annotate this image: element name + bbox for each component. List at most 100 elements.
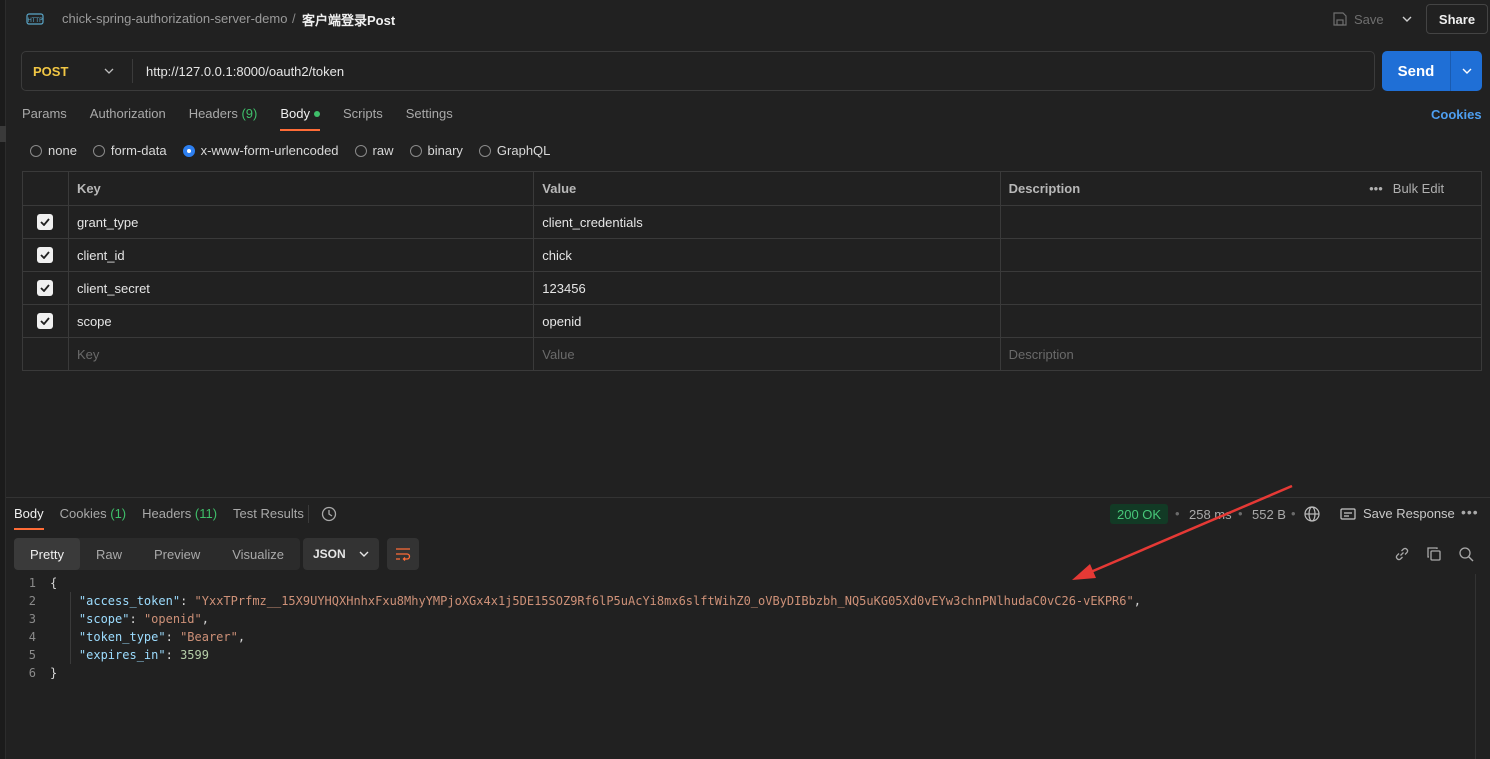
param-description[interactable] xyxy=(999,272,1381,304)
link-icon[interactable] xyxy=(1393,545,1411,563)
http-icon: HTTP xyxy=(26,13,44,25)
tab-scripts[interactable]: Scripts xyxy=(343,106,383,130)
code-line: 2 "access_token": "YxxTPrfmz__15X9UYHQXH… xyxy=(14,592,1476,610)
row-spacer xyxy=(1381,272,1481,304)
row-checkbox[interactable] xyxy=(37,313,54,329)
check-icon xyxy=(40,284,51,292)
radio-button[interactable] xyxy=(478,144,491,157)
request-header: HTTP chick-spring-authorization-server-d… xyxy=(6,0,1490,38)
param-description[interactable] xyxy=(999,305,1381,337)
status-badge[interactable]: 200 OK xyxy=(1110,504,1169,524)
new-key-input[interactable]: Key xyxy=(67,338,533,370)
divider xyxy=(308,505,309,523)
param-value[interactable]: 123456 xyxy=(533,272,999,304)
request-tabs: Params Authorization Headers (9) Body Sc… xyxy=(22,106,476,131)
row-checkbox[interactable] xyxy=(37,280,54,296)
headers-count: (9) xyxy=(241,106,258,121)
history-icon[interactable] xyxy=(320,505,338,523)
param-key[interactable]: client_id xyxy=(67,239,533,271)
view-pretty[interactable]: Pretty xyxy=(14,538,80,570)
more-options-icon[interactable]: ••• xyxy=(1461,504,1479,520)
bulk-edit-button[interactable]: ••• Bulk Edit xyxy=(1369,181,1444,196)
radio-button[interactable] xyxy=(409,144,422,157)
pane-divider[interactable] xyxy=(6,497,1490,498)
save-button[interactable]: Save xyxy=(1333,8,1384,30)
bulk-edit-cell: ••• Bulk Edit xyxy=(1369,172,1481,205)
response-body-editor[interactable]: 1{ 2 "access_token": "YxxTPrfmz__15X9UYH… xyxy=(14,574,1476,682)
tab-headers[interactable]: Headers (9) xyxy=(189,106,258,130)
radio-button-selected[interactable] xyxy=(182,144,195,157)
scrollbar[interactable] xyxy=(1475,574,1476,759)
param-key[interactable]: scope xyxy=(67,305,533,337)
row-spacer xyxy=(1381,206,1481,238)
chevron-down-icon[interactable] xyxy=(104,64,114,78)
radio-button[interactable] xyxy=(354,144,367,157)
view-visualize[interactable]: Visualize xyxy=(216,538,300,570)
tab-settings[interactable]: Settings xyxy=(406,106,453,130)
save-options-button[interactable] xyxy=(1396,7,1418,31)
line-number: 3 xyxy=(28,612,36,626)
tab-headers-label: Headers xyxy=(188,106,238,121)
param-description[interactable] xyxy=(999,239,1381,271)
breadcrumb-collection[interactable]: chick-spring-authorization-server-demo xyxy=(62,11,287,26)
tab-response-headers[interactable]: Headers (11) xyxy=(142,506,217,530)
row-spacer xyxy=(1381,338,1481,370)
send-options-button[interactable] xyxy=(1451,51,1482,91)
param-value[interactable]: openid xyxy=(533,305,999,337)
new-description-input[interactable]: Description xyxy=(999,338,1381,370)
request-name[interactable]: 客户端登录Post xyxy=(302,10,395,29)
share-button[interactable]: Share xyxy=(1426,4,1488,34)
table-row: client_secret 123456 xyxy=(23,271,1481,304)
radio-button[interactable] xyxy=(30,144,42,157)
param-description[interactable] xyxy=(999,206,1381,238)
tab-test-results[interactable]: Test Results xyxy=(233,506,304,530)
table-header-cell xyxy=(23,172,68,205)
radio-label: x-www-form-urlencoded xyxy=(200,143,339,158)
param-key[interactable]: grant_type xyxy=(67,206,533,238)
tab-response-cookies[interactable]: Cookies (1) xyxy=(60,506,126,530)
format-label: JSON xyxy=(313,547,346,561)
new-value-input[interactable]: Value xyxy=(533,338,999,370)
send-button-group: Send xyxy=(1382,51,1482,91)
param-value[interactable]: client_credentials xyxy=(533,206,999,238)
body-type-none[interactable]: none xyxy=(30,143,77,158)
line-number: 6 xyxy=(28,666,36,680)
json-string: "Bearer" xyxy=(180,630,238,644)
send-button[interactable]: Send xyxy=(1382,51,1450,91)
tab-body[interactable]: Body xyxy=(280,106,320,131)
body-type-form-data[interactable]: form-data xyxy=(92,143,167,158)
method-select[interactable]: POST xyxy=(33,64,68,79)
body-type-graphql[interactable]: GraphQL xyxy=(478,143,550,158)
url-input[interactable]: http://127.0.0.1:8000/oauth2/token xyxy=(146,64,344,79)
response-time[interactable]: 258 ms xyxy=(1189,507,1232,522)
tab-params[interactable]: Params xyxy=(22,106,67,130)
copy-icon[interactable] xyxy=(1425,545,1443,563)
tab-response-body[interactable]: Body xyxy=(14,506,44,530)
body-type-urlencoded[interactable]: x-www-form-urlencoded xyxy=(182,143,339,158)
radio-button[interactable] xyxy=(92,144,105,157)
line-number: 4 xyxy=(28,630,36,644)
view-raw[interactable]: Raw xyxy=(80,538,138,570)
more-icon[interactable]: ••• xyxy=(1369,181,1383,196)
search-icon[interactable] xyxy=(1457,545,1475,563)
view-preview[interactable]: Preview xyxy=(138,538,216,570)
bulk-edit-label: Bulk Edit xyxy=(1392,181,1445,196)
row-checkbox[interactable] xyxy=(37,247,54,263)
tab-authorization[interactable]: Authorization xyxy=(90,106,166,130)
globe-icon[interactable] xyxy=(1303,505,1321,523)
param-key[interactable]: client_secret xyxy=(67,272,533,304)
wrap-lines-button[interactable] xyxy=(387,538,419,570)
table-row-new: Key Value Description xyxy=(23,337,1481,370)
left-sidebar-edge xyxy=(0,0,6,759)
response-size[interactable]: 552 B xyxy=(1252,507,1286,522)
dot-separator: • xyxy=(1291,506,1296,521)
response-view-tabs: Pretty Raw Preview Visualize xyxy=(14,538,301,570)
body-type-binary[interactable]: binary xyxy=(409,143,463,158)
body-type-raw[interactable]: raw xyxy=(354,143,394,158)
format-select[interactable]: JSON xyxy=(303,538,379,570)
param-value[interactable]: chick xyxy=(533,239,999,271)
cookies-link[interactable]: Cookies xyxy=(1431,107,1482,122)
row-checkbox[interactable] xyxy=(37,214,54,230)
chevron-down-icon xyxy=(1462,68,1471,74)
save-response-button[interactable]: Save Response xyxy=(1340,506,1455,521)
